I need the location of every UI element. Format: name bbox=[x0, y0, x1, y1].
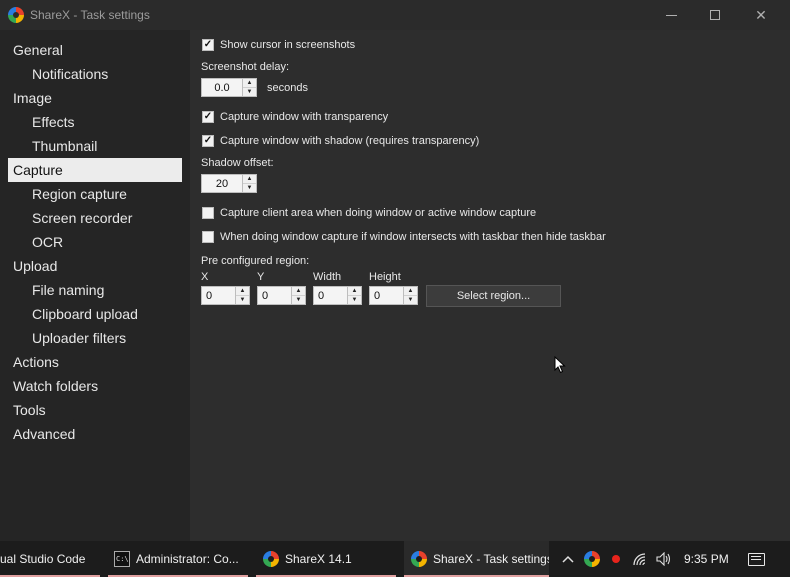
sidebar-item-thumbnail[interactable]: Thumbnail bbox=[0, 134, 190, 158]
clock[interactable]: 9:35 PM bbox=[684, 541, 729, 577]
screenshot-delay-label: Screenshot delay: bbox=[201, 61, 290, 73]
sidebar-item-general[interactable]: General bbox=[0, 38, 190, 62]
volume-icon[interactable] bbox=[656, 551, 672, 567]
region-y-value[interactable]: 0 bbox=[258, 287, 291, 304]
terminal-icon: C:\ bbox=[114, 551, 130, 567]
spin-down-icon[interactable]: ▼ bbox=[243, 184, 256, 192]
close-icon: ✕ bbox=[755, 6, 767, 23]
region-width-label: Width bbox=[313, 271, 342, 283]
taskbar-item-cmd[interactable]: C:\ Administrator: Co... bbox=[108, 541, 248, 577]
taskbar-item-label: ShareX - Task settings bbox=[433, 552, 549, 566]
spin-down-icon[interactable]: ▼ bbox=[348, 296, 361, 304]
shadow-offset-stepper[interactable]: 20 ▲ ▼ bbox=[201, 174, 257, 193]
sidebar-item-screen-recorder[interactable]: Screen recorder bbox=[0, 206, 190, 230]
sidebar-item-advanced[interactable]: Advanced bbox=[0, 422, 190, 446]
sharex-icon bbox=[263, 551, 279, 567]
shadow-label: Capture window with shadow (requires tra… bbox=[220, 135, 480, 147]
minimize-button[interactable] bbox=[648, 0, 694, 30]
sharex-app-icon bbox=[8, 7, 24, 23]
sidebar-item-effects[interactable]: Effects bbox=[0, 110, 190, 134]
mouse-cursor-icon bbox=[554, 356, 566, 374]
region-width-value[interactable]: 0 bbox=[314, 287, 347, 304]
checkbox-empty-icon bbox=[202, 231, 214, 243]
spin-up-icon[interactable]: ▲ bbox=[348, 287, 361, 296]
shadow-offset-value[interactable]: 20 bbox=[202, 175, 242, 192]
client-area-checkbox[interactable]: Capture client area when doing window or… bbox=[202, 207, 536, 219]
record-icon[interactable] bbox=[608, 551, 624, 567]
settings-sidebar: General Notifications Image Effects Thum… bbox=[0, 30, 190, 541]
maximize-icon bbox=[710, 10, 720, 20]
sidebar-item-image[interactable]: Image bbox=[0, 86, 190, 110]
taskbar-item-label: ShareX 14.1 bbox=[285, 552, 352, 566]
region-width-stepper[interactable]: 0 ▲ ▼ bbox=[313, 286, 362, 305]
screenshot-delay-stepper[interactable]: 0.0 ▲ ▼ bbox=[201, 78, 257, 97]
capture-settings-panel: ✓ Show cursor in screenshots Screenshot … bbox=[190, 30, 790, 541]
sidebar-item-uploader-filters[interactable]: Uploader filters bbox=[0, 326, 190, 350]
region-height-stepper[interactable]: 0 ▲ ▼ bbox=[369, 286, 418, 305]
region-x-value[interactable]: 0 bbox=[202, 287, 235, 304]
spin-up-icon[interactable]: ▲ bbox=[404, 287, 417, 296]
spin-up-icon[interactable]: ▲ bbox=[243, 175, 256, 184]
sidebar-item-ocr[interactable]: OCR bbox=[0, 230, 190, 254]
taskbar-item-sharex[interactable]: ShareX 14.1 bbox=[256, 541, 396, 577]
network-icon[interactable] bbox=[632, 551, 648, 567]
region-x-label: X bbox=[201, 271, 209, 283]
title-bar: ShareX - Task settings ✕ bbox=[0, 0, 790, 30]
sidebar-item-notifications[interactable]: Notifications bbox=[0, 62, 190, 86]
window-title: ShareX - Task settings bbox=[30, 8, 150, 22]
taskbar-item-sharex-task-settings[interactable]: ShareX - Task settings bbox=[404, 541, 549, 577]
shadow-offset-label: Shadow offset: bbox=[201, 157, 274, 169]
show-cursor-checkbox[interactable]: ✓ Show cursor in screenshots bbox=[202, 39, 355, 51]
spin-down-icon[interactable]: ▼ bbox=[292, 296, 305, 304]
spin-down-icon[interactable]: ▼ bbox=[236, 296, 249, 304]
hide-taskbar-checkbox[interactable]: When doing window capture if window inte… bbox=[202, 231, 606, 243]
region-height-value[interactable]: 0 bbox=[370, 287, 403, 304]
region-x-stepper[interactable]: 0 ▲ ▼ bbox=[201, 286, 250, 305]
region-height-label: Height bbox=[369, 271, 401, 283]
sidebar-item-watch-folders[interactable]: Watch folders bbox=[0, 374, 190, 398]
region-y-label: Y bbox=[257, 271, 265, 283]
sidebar-item-actions[interactable]: Actions bbox=[0, 350, 190, 374]
chevron-up-icon[interactable] bbox=[560, 551, 576, 567]
close-button[interactable]: ✕ bbox=[738, 0, 784, 30]
spin-down-icon[interactable]: ▼ bbox=[243, 88, 256, 96]
spin-up-icon[interactable]: ▲ bbox=[243, 79, 256, 88]
client-area-label: Capture client area when doing window or… bbox=[220, 207, 537, 219]
checkmark-icon: ✓ bbox=[202, 111, 214, 123]
checkmark-icon: ✓ bbox=[202, 135, 214, 147]
sharex-tray-icon[interactable] bbox=[584, 551, 600, 567]
maximize-button[interactable] bbox=[692, 0, 738, 30]
seconds-unit-label: seconds bbox=[267, 82, 308, 94]
minimize-icon bbox=[665, 14, 677, 16]
transparency-checkbox[interactable]: ✓ Capture window with transparency bbox=[202, 111, 388, 123]
spin-up-icon[interactable]: ▲ bbox=[236, 287, 249, 296]
sidebar-item-clipboard-upload[interactable]: Clipboard upload bbox=[0, 302, 190, 326]
sidebar-item-tools[interactable]: Tools bbox=[0, 398, 190, 422]
transparency-label: Capture window with transparency bbox=[220, 111, 389, 123]
checkmark-icon: ✓ bbox=[202, 39, 214, 51]
taskbar: ual Studio Code C:\ Administrator: Co...… bbox=[0, 541, 790, 577]
hide-taskbar-label: When doing window capture if window inte… bbox=[220, 231, 606, 243]
taskbar-item-vscode[interactable]: ual Studio Code bbox=[0, 541, 100, 577]
spin-up-icon[interactable]: ▲ bbox=[292, 287, 305, 296]
show-cursor-label: Show cursor in screenshots bbox=[220, 39, 356, 51]
preconfigured-region-label: Pre configured region: bbox=[201, 255, 310, 267]
sharex-icon bbox=[411, 551, 427, 567]
sidebar-item-upload[interactable]: Upload bbox=[0, 254, 190, 278]
notification-center-icon[interactable] bbox=[748, 553, 765, 566]
region-y-stepper[interactable]: 0 ▲ ▼ bbox=[257, 286, 306, 305]
taskbar-item-label: Administrator: Co... bbox=[136, 552, 239, 566]
spin-down-icon[interactable]: ▼ bbox=[404, 296, 417, 304]
shadow-checkbox[interactable]: ✓ Capture window with shadow (requires t… bbox=[202, 135, 479, 147]
screenshot-delay-value[interactable]: 0.0 bbox=[202, 79, 242, 96]
sidebar-item-capture[interactable]: Capture bbox=[8, 158, 182, 182]
sidebar-item-region-capture[interactable]: Region capture bbox=[0, 182, 190, 206]
sidebar-item-file-naming[interactable]: File naming bbox=[0, 278, 190, 302]
checkbox-empty-icon bbox=[202, 207, 214, 219]
select-region-button[interactable]: Select region... bbox=[426, 285, 561, 307]
taskbar-item-label: ual Studio Code bbox=[0, 552, 86, 566]
